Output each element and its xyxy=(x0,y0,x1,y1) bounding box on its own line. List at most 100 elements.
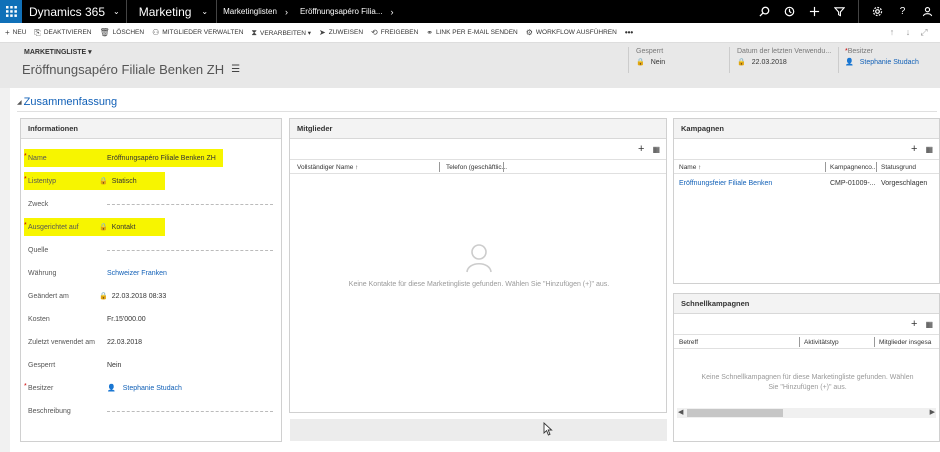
column-name[interactable]: Name ↑ xyxy=(679,164,701,171)
info-field-row: Kosten Fr.15'000.00 xyxy=(21,311,281,327)
arrow-up-icon[interactable]: ↑ xyxy=(884,27,900,38)
column-divider[interactable] xyxy=(876,162,877,172)
module-name: Marketing xyxy=(138,4,192,19)
grid-view-icon[interactable]: ▦ xyxy=(652,145,660,154)
field-label-text: Besitzer xyxy=(28,384,54,392)
empty-field-input[interactable] xyxy=(107,411,273,412)
expand-icon[interactable]: ⤢ xyxy=(916,27,932,38)
breadcrumb-marketinglisten[interactable]: Marketinglisten › xyxy=(217,0,294,23)
field-value[interactable]: Fr.15'000.00 xyxy=(107,316,146,323)
field-value-link[interactable]: Stephanie Studach xyxy=(123,385,182,392)
arrow-down-icon[interactable]: ↓ xyxy=(900,27,916,38)
panel-title: Informationen xyxy=(21,119,281,139)
breadcrumb-record[interactable]: Eröffnungsapéro Filia... › xyxy=(294,0,400,23)
form-content: ◢ Zusammenfassung Informationen * Name Erö… xyxy=(10,88,940,452)
column-divider[interactable] xyxy=(825,162,826,172)
share-icon: ⟲ xyxy=(371,28,378,37)
plus-icon[interactable] xyxy=(802,0,827,23)
new-button[interactable]: + NEU xyxy=(5,28,26,37)
header-divider xyxy=(628,47,629,73)
header-field-label: Datum der letzten Verwendu... xyxy=(737,48,832,55)
user-icon[interactable] xyxy=(915,0,940,23)
trash-icon: 🗑 xyxy=(99,28,110,37)
info-field-row: * Ausgerichtet auf 🔒 Kontakt xyxy=(21,218,281,236)
brand-menu[interactable]: Dynamics 365 ⌄ xyxy=(22,0,126,23)
recent-icon[interactable] xyxy=(777,0,802,23)
email-link-button[interactable]: ⚭ LINK PER E-MAIL SENDEN xyxy=(426,28,517,37)
horizontal-scrollbar[interactable]: ◀ ▶ xyxy=(677,408,936,418)
entity-type-selector[interactable]: MARKETINGLISTE ▾ xyxy=(24,48,92,56)
column-total-members[interactable]: Mitglieder insgesa xyxy=(879,339,931,346)
search-icon[interactable] xyxy=(752,0,777,23)
column-status-reason[interactable]: Statusgrund xyxy=(881,164,916,171)
members-footer xyxy=(290,419,667,441)
deactivate-icon: ⎘ xyxy=(34,27,41,37)
manage-members-button[interactable]: ⚇ MITGLIEDER VERWALTEN xyxy=(152,28,243,37)
chevron-right-icon: › xyxy=(390,6,394,17)
mouse-cursor-icon xyxy=(543,422,553,436)
more-commands-button[interactable]: ••• xyxy=(625,28,633,37)
campaign-name-link[interactable]: Eröffnungsfeier Filiale Benken xyxy=(679,180,772,187)
field-label: * Name xyxy=(24,153,47,162)
scrollbar-thumb[interactable] xyxy=(687,409,783,417)
run-workflow-button[interactable]: ⚙ WORKFLOW AUSFÜHREN xyxy=(526,28,617,37)
field-value[interactable]: 🔒 22.03.2018 08:33 xyxy=(99,292,166,301)
column-phone[interactable]: Telefon (geschäftlic... xyxy=(446,164,507,171)
help-icon[interactable]: ? xyxy=(890,0,915,23)
field-label-text: Zweck xyxy=(28,200,49,208)
module-menu[interactable]: Marketing ⌄ xyxy=(127,0,216,23)
column-divider[interactable] xyxy=(799,337,800,347)
field-value-text: Eröffnungsapéro Filiale Benken ZH xyxy=(107,154,216,162)
field-value-link[interactable]: Schweizer Franken xyxy=(107,270,167,277)
field-value[interactable]: 22.03.2018 xyxy=(107,339,142,346)
gear-icon[interactable] xyxy=(865,0,890,23)
share-button[interactable]: ⟲ FREIGEBEN xyxy=(371,28,418,37)
person-icon: 👤 xyxy=(107,385,116,392)
scroll-right-icon[interactable]: ▶ xyxy=(930,408,935,416)
add-campaign-button[interactable]: + xyxy=(911,143,917,155)
field-label: * Ausgerichtet auf xyxy=(24,222,79,231)
button-label: ZUWEISEN xyxy=(328,29,364,36)
app-launcher-icon[interactable] xyxy=(0,0,22,23)
field-value[interactable]: 👤 Stephanie Studach xyxy=(107,384,182,393)
grid-view-icon[interactable]: ▦ xyxy=(925,320,933,329)
table-row[interactable]: Eröffnungsfeier Filiale Benken CMP-01009… xyxy=(674,177,939,191)
column-full-name[interactable]: Vollständiger Name ↑ xyxy=(297,164,358,171)
owner-link[interactable]: Stephanie Studach xyxy=(860,59,919,66)
field-label-text: Ausgerichtet auf xyxy=(28,223,79,231)
section-summary-toggle[interactable]: ◢ Zusammenfassung xyxy=(17,96,117,108)
deactivate-button[interactable]: ⎘ DEAKTIVIEREN xyxy=(34,28,91,38)
column-divider[interactable] xyxy=(874,337,875,347)
column-campaign-code[interactable]: Kampagnenco... xyxy=(830,164,877,171)
delete-button[interactable]: 🗑 LÖSCHEN xyxy=(100,28,145,37)
column-activity-type[interactable]: Aktivitätstyp xyxy=(804,339,839,346)
field-value[interactable]: Schweizer Franken xyxy=(107,270,167,277)
field-value[interactable]: Eröffnungsapéro Filiale Benken ZH xyxy=(107,155,216,162)
field-value[interactable]: 🔒 Statisch xyxy=(99,177,137,186)
filter-icon[interactable] xyxy=(827,0,852,23)
scroll-left-icon[interactable]: ◀ xyxy=(678,408,683,416)
nav-divider xyxy=(858,0,859,23)
hourglass-icon: ⧗ xyxy=(251,27,258,37)
field-value[interactable]: 🔒 Kontakt xyxy=(99,223,135,232)
campaign-code: CMP-01009-... xyxy=(830,180,876,187)
column-divider[interactable] xyxy=(503,162,504,172)
field-label-text: Zuletzt verwendet am xyxy=(28,338,95,346)
field-value[interactable]: Nein xyxy=(107,362,121,369)
empty-field-input[interactable] xyxy=(107,204,273,205)
grid-view-icon[interactable]: ▦ xyxy=(925,145,933,154)
header-field-locked: Gesperrt 🔒 Nein xyxy=(636,48,665,66)
list-menu-icon[interactable]: ☰ xyxy=(231,64,240,75)
column-divider[interactable] xyxy=(439,162,440,172)
info-field-row: * Besitzer 👤 Stephanie Studach xyxy=(21,380,281,396)
header-field-value: Nein xyxy=(650,58,666,66)
add-quick-campaign-button[interactable]: + xyxy=(911,318,917,330)
assign-button[interactable]: ➤ ZUWEISEN xyxy=(319,28,363,37)
field-label: Geändert am xyxy=(28,293,69,300)
empty-field-input[interactable] xyxy=(107,250,273,251)
column-subject[interactable]: Betreff xyxy=(679,339,698,346)
header-field-label: Besitzer xyxy=(847,48,874,55)
field-label-text: Beschreibung xyxy=(28,407,71,415)
process-button[interactable]: ⧗ VERARBEITEN ▾ xyxy=(251,28,311,38)
add-member-button[interactable]: + xyxy=(638,143,644,155)
